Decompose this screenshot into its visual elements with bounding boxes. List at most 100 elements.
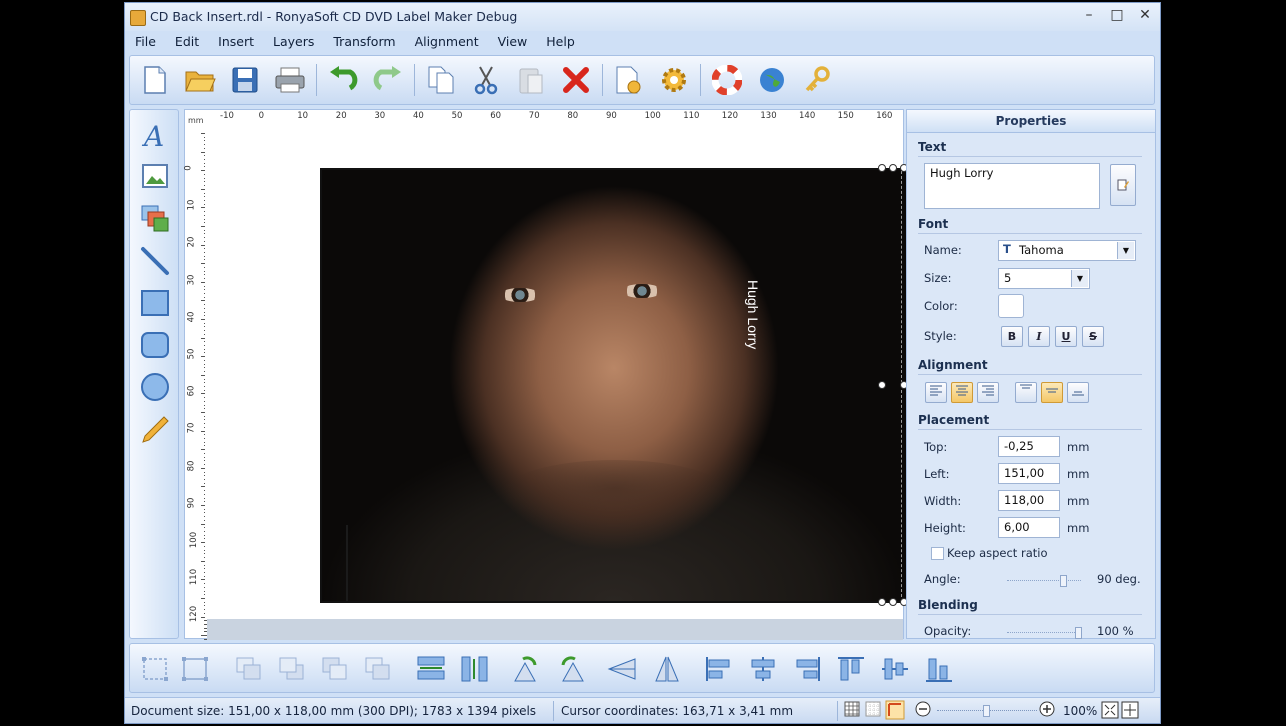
- snap-guides-icon[interactable]: [885, 700, 905, 723]
- align-text-right-icon[interactable]: [977, 382, 999, 403]
- title-bar[interactable]: CD Back Insert.rdl - RonyaSoft CD DVD La…: [125, 3, 1160, 31]
- ruler-v-label: 90: [186, 497, 197, 509]
- strikeout-button[interactable]: S: [1082, 326, 1104, 347]
- line-tool-icon[interactable]: [138, 244, 172, 278]
- image-tool-icon[interactable]: [138, 160, 172, 194]
- left-input[interactable]: 151,00: [998, 463, 1060, 484]
- same-height-icon[interactable]: [458, 652, 492, 686]
- menu-edit[interactable]: Edit: [165, 31, 208, 53]
- paste-icon[interactable]: [514, 63, 548, 97]
- menu-view[interactable]: View: [488, 31, 537, 53]
- group-icon[interactable]: [138, 652, 172, 686]
- print-icon[interactable]: [273, 63, 307, 97]
- pencil-tool-icon[interactable]: [138, 412, 172, 446]
- minimize-button[interactable]: –: [1082, 7, 1096, 23]
- portrait-photo[interactable]: [320, 168, 908, 603]
- italic-button[interactable]: I: [1028, 326, 1050, 347]
- align-top-icon[interactable]: [834, 652, 868, 686]
- align-text-middle-icon[interactable]: [1041, 382, 1063, 403]
- cut-icon[interactable]: [469, 63, 503, 97]
- register-key-icon[interactable]: [800, 63, 834, 97]
- menu-insert[interactable]: Insert: [208, 31, 263, 53]
- menu-help[interactable]: Help: [536, 31, 584, 53]
- menu-transform[interactable]: Transform: [323, 31, 404, 53]
- selection-handle[interactable]: [878, 381, 886, 389]
- dotted-grid-icon[interactable]: [865, 701, 881, 720]
- same-width-icon[interactable]: [414, 652, 448, 686]
- new-file-icon[interactable]: [138, 63, 172, 97]
- ellipse-tool-icon[interactable]: [138, 370, 172, 404]
- angle-slider-thumb[interactable]: [1059, 575, 1067, 587]
- opacity-slider-thumb[interactable]: [1075, 627, 1082, 639]
- page-settings-icon[interactable]: [612, 63, 646, 97]
- send-backward-icon[interactable]: [361, 652, 395, 686]
- align-text-left-icon[interactable]: [925, 382, 947, 403]
- send-to-back-icon[interactable]: [275, 652, 309, 686]
- align-right-icon[interactable]: [790, 652, 824, 686]
- vertical-text-element[interactable]: Hugh Lorry: [741, 280, 761, 370]
- actual-size-icon[interactable]: [1121, 701, 1139, 722]
- align-text-top-icon[interactable]: [1015, 382, 1037, 403]
- rotate-left-icon[interactable]: [510, 652, 544, 686]
- underline-button[interactable]: U: [1055, 326, 1077, 347]
- edit-text-button[interactable]: [1110, 164, 1136, 206]
- maximize-button[interactable]: □: [1110, 7, 1124, 23]
- web-globe-icon[interactable]: [755, 63, 789, 97]
- chevron-down-icon[interactable]: ▼: [1071, 270, 1088, 287]
- grid-view-icon[interactable]: [844, 701, 860, 720]
- undo-icon[interactable]: [326, 63, 360, 97]
- rotate-right-icon[interactable]: [554, 652, 588, 686]
- bring-to-front-icon[interactable]: [232, 652, 266, 686]
- rounded-rectangle-tool-icon[interactable]: [138, 328, 172, 362]
- zoom-out-icon[interactable]: [915, 701, 931, 720]
- open-folder-icon[interactable]: [183, 63, 217, 97]
- close-button[interactable]: ✕: [1138, 7, 1152, 23]
- width-input[interactable]: 118,00: [998, 490, 1060, 511]
- keep-aspect-label[interactable]: Keep aspect ratio: [947, 546, 1048, 560]
- bring-forward-icon[interactable]: [318, 652, 352, 686]
- text-value-input[interactable]: Hugh Lorry: [924, 163, 1100, 209]
- align-text-center-icon[interactable]: [951, 382, 973, 403]
- image-set-tool-icon[interactable]: [138, 202, 172, 236]
- delete-icon[interactable]: [559, 63, 593, 97]
- text-tool-icon[interactable]: A: [138, 118, 172, 152]
- align-text-bottom-icon[interactable]: [1067, 382, 1089, 403]
- opacity-slider[interactable]: [1007, 627, 1082, 639]
- color-picker-button[interactable]: [998, 294, 1024, 318]
- ruler-v-label: 70: [186, 422, 197, 434]
- copy-icon[interactable]: [424, 63, 458, 97]
- menu-layers[interactable]: Layers: [263, 31, 323, 53]
- align-middle-icon[interactable]: [878, 652, 912, 686]
- save-icon[interactable]: [228, 63, 262, 97]
- options-gear-icon[interactable]: [657, 63, 691, 97]
- keep-aspect-checkbox[interactable]: [931, 547, 944, 560]
- fit-page-icon[interactable]: [1101, 701, 1119, 722]
- font-size-select[interactable]: 5 ▼: [998, 268, 1090, 289]
- left-label: Left:: [924, 467, 950, 481]
- redo-icon[interactable]: [371, 63, 405, 97]
- help-lifebuoy-icon[interactable]: [710, 63, 744, 97]
- selection-handle[interactable]: [889, 598, 897, 606]
- zoom-slider-thumb[interactable]: [983, 705, 990, 717]
- height-input[interactable]: 6,00: [998, 517, 1060, 538]
- chevron-down-icon[interactable]: ▼: [1117, 242, 1134, 259]
- align-left-icon[interactable]: [702, 652, 736, 686]
- top-input[interactable]: -0,25: [998, 436, 1060, 457]
- ungroup-icon[interactable]: [178, 652, 212, 686]
- selection-handle[interactable]: [878, 598, 886, 606]
- selection-handle[interactable]: [878, 164, 886, 172]
- zoom-slider[interactable]: [937, 705, 1037, 717]
- align-bottom-icon[interactable]: [922, 652, 956, 686]
- menu-alignment[interactable]: Alignment: [405, 31, 488, 53]
- zoom-in-icon[interactable]: [1039, 701, 1055, 720]
- selection-handle[interactable]: [889, 164, 897, 172]
- menu-file[interactable]: File: [125, 31, 165, 53]
- flip-vertical-icon[interactable]: [650, 652, 684, 686]
- bold-button[interactable]: B: [1001, 326, 1023, 347]
- design-canvas[interactable]: mm -10 0 10 20 30 40 50 60 70 80 90 100 110 120 130 140…: [184, 109, 928, 644]
- align-center-icon[interactable]: [746, 652, 780, 686]
- font-name-select[interactable]: T Tahoma ▼: [998, 240, 1136, 261]
- angle-slider[interactable]: [1007, 575, 1081, 587]
- rectangle-tool-icon[interactable]: [138, 286, 172, 320]
- flip-horizontal-icon[interactable]: [606, 652, 640, 686]
